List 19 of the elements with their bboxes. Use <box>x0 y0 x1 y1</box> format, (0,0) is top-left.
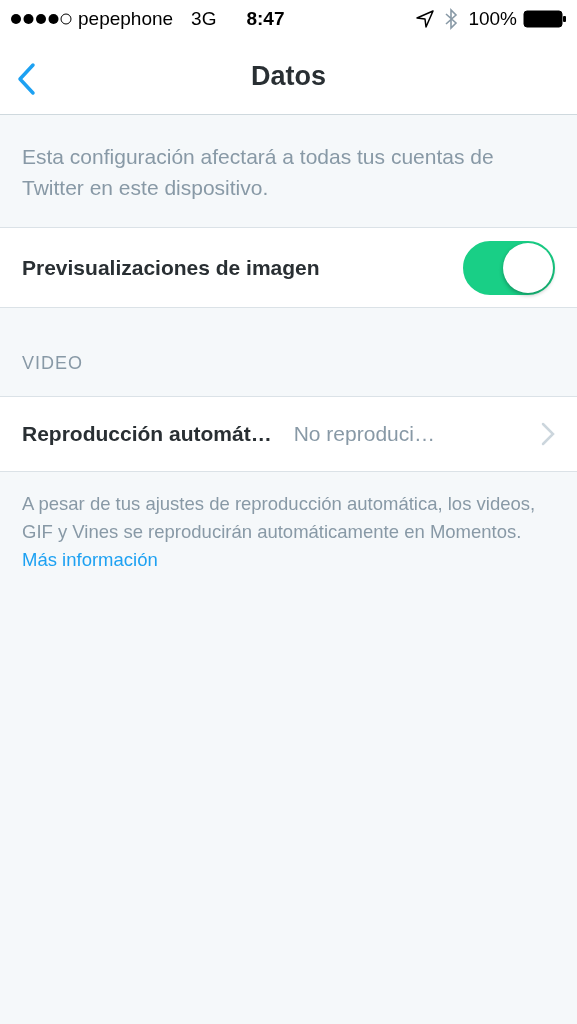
back-chevron-icon <box>16 62 36 96</box>
toggle-switch[interactable] <box>463 240 555 295</box>
clock-time: 8:47 <box>246 8 285 30</box>
battery-percentage: 100% <box>468 8 517 30</box>
signal-strength-icon <box>10 13 72 25</box>
location-arrow-icon <box>416 10 435 28</box>
section-header: VIDEO <box>21 352 84 375</box>
bluetooth-icon <box>444 8 459 30</box>
page-title: Datos <box>251 60 326 92</box>
chevron-right-icon <box>541 422 555 446</box>
battery-icon <box>523 10 567 28</box>
setting-label: Previsualizaciones de imagen <box>22 255 320 280</box>
carrier-name: pepephone <box>78 8 174 30</box>
network-type: 3G <box>191 8 217 30</box>
settings-row[interactable]: Reproducción automát… No reproduci… <box>0 396 577 472</box>
setting-label: Reproducción automát… <box>22 422 272 446</box>
autoplay-note: A pesar de tus ajustes de reproducción automática, los videos, GIF y Vines se reproducirán automáticamente en Momentos. Más información <box>21 492 537 572</box>
setting-value: No reproduci… <box>293 422 435 446</box>
settings-description: Esta configuración afectará a todas tus cuentas de Twitter en este dispositivo. <box>21 144 495 201</box>
